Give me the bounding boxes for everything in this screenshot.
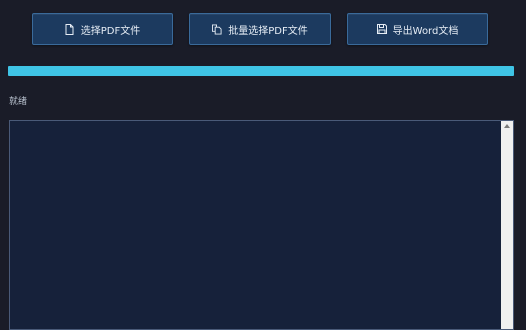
progress-fill <box>8 66 514 76</box>
scroll-up-icon[interactable] <box>504 124 510 128</box>
file-icon <box>65 23 75 35</box>
log-textarea[interactable] <box>9 120 514 330</box>
batch-select-pdf-label: 批量选择PDF文件 <box>228 25 308 37</box>
export-word-button[interactable]: 导出Word文档 <box>347 13 488 45</box>
progress-bar <box>8 66 514 76</box>
batch-select-pdf-button[interactable]: 批量选择PDF文件 <box>189 13 331 45</box>
select-pdf-label: 选择PDF文件 <box>80 25 141 37</box>
export-word-label: 导出Word文档 <box>392 25 459 37</box>
files-icon <box>212 24 222 35</box>
vertical-scrollbar[interactable] <box>501 121 513 329</box>
status-text: 就绪 <box>9 97 28 107</box>
toolbar: 选择PDF文件 批量选择PDF文件 导出Word文档 <box>0 13 526 47</box>
save-icon <box>376 24 387 35</box>
select-pdf-button[interactable]: 选择PDF文件 <box>32 13 173 45</box>
